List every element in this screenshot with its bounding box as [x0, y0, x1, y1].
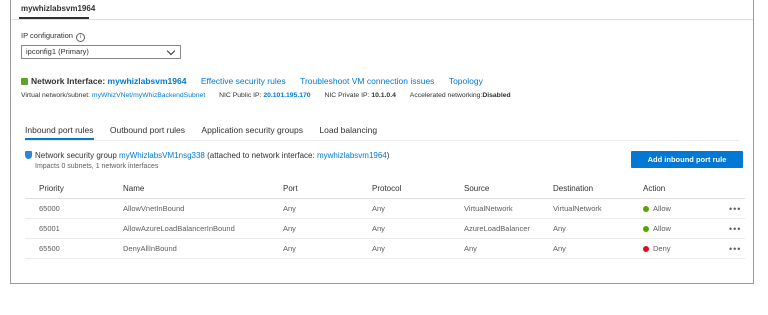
- cell-name: AllowVnetInBound: [109, 198, 269, 219]
- cell-priority: 65001: [25, 218, 109, 239]
- nsg-attached-prefix: (attached to network interface:: [207, 151, 315, 160]
- action-label: Deny: [653, 244, 671, 253]
- cell-port: Any: [269, 218, 358, 239]
- network-interface-label: Network Interface:: [31, 76, 106, 86]
- network-interface-row: Network Interface: mywhizlabsvm1964 Effe…: [21, 76, 483, 86]
- cell-priority: 65000: [25, 198, 109, 219]
- nsg-link[interactable]: myWhizlabsVM1nsg338: [119, 151, 205, 160]
- nic-meta-row: Virtual network/subnet: myWhizVNet/myWhi…: [21, 92, 511, 99]
- column-header-priority[interactable]: Priority: [25, 178, 109, 199]
- effective-security-rules-link[interactable]: Effective security rules: [201, 76, 286, 86]
- ip-configuration-select[interactable]: ipconfig1 (Primary): [21, 45, 181, 59]
- network-interface-icon: [21, 78, 28, 85]
- column-header-protocol[interactable]: Protocol: [358, 178, 450, 199]
- action-label: Allow: [653, 204, 671, 213]
- more-options-icon[interactable]: •••: [729, 204, 741, 214]
- action-label: Allow: [653, 224, 671, 233]
- troubleshoot-connection-link[interactable]: Troubleshoot VM connection issues: [300, 76, 434, 86]
- more-options-icon[interactable]: •••: [729, 244, 741, 254]
- topology-link[interactable]: Topology: [449, 76, 483, 86]
- private-ip-label: NIC Private IP:: [324, 92, 370, 99]
- cell-port: Any: [269, 198, 358, 219]
- network-settings-panel: mywhizlabsvm1964 IP configuration i ipcon…: [10, 0, 754, 284]
- column-header-destination[interactable]: Destination: [539, 178, 629, 199]
- tab-outbound-port-rules[interactable]: Outbound port rules: [110, 125, 185, 135]
- nsg-attached-nic-link[interactable]: mywhizlabsvm1964: [317, 151, 387, 160]
- private-ip-value: 10.1.0.4: [371, 92, 396, 99]
- table-row[interactable]: 65000 AllowVnetInBound Any Any VirtualNe…: [25, 198, 745, 219]
- cell-name: AllowAzureLoadBalancerInBound: [109, 218, 269, 239]
- shield-icon: [25, 151, 32, 159]
- network-interface-link[interactable]: mywhizlabsvm1964: [108, 76, 187, 86]
- allow-icon: [643, 225, 649, 232]
- cell-action: Allow: [629, 198, 715, 219]
- accelerated-networking-value: Disabled: [482, 92, 511, 99]
- allow-icon: [643, 205, 649, 212]
- rule-tabs: Inbound port rules Outbound port rules A…: [25, 125, 391, 140]
- nsg-attached-suffix: ): [386, 151, 390, 160]
- cell-destination: Any: [539, 218, 629, 239]
- column-header-more: [715, 178, 745, 199]
- nsg-prefix: Network security group: [35, 151, 117, 160]
- deny-icon: [643, 245, 649, 252]
- cell-source: AzureLoadBalancer: [450, 218, 539, 239]
- vnet-label: Virtual network/subnet:: [21, 92, 91, 99]
- add-inbound-port-rule-button[interactable]: Add inbound port rule: [631, 151, 743, 168]
- nsg-row: Network security group myWhizlabsVM1nsg3…: [25, 151, 389, 160]
- more-options-icon[interactable]: •••: [729, 224, 741, 234]
- vm-name-tab[interactable]: mywhizlabsvm1964: [21, 4, 95, 13]
- cell-destination: VirtualNetwork: [539, 198, 629, 219]
- cell-protocol: Any: [358, 238, 450, 259]
- inbound-rules-table: Priority Name Port Protocol Source Desti…: [25, 178, 745, 259]
- chevron-down-icon: [166, 46, 176, 56]
- accelerated-networking-label: Accelerated networking:: [409, 92, 483, 99]
- public-ip-label: NIC Public IP:: [219, 92, 262, 99]
- public-ip-link[interactable]: 20.101.195.170: [263, 92, 310, 99]
- cell-source: Any: [450, 238, 539, 259]
- cell-more: •••: [715, 218, 745, 239]
- column-header-port[interactable]: Port: [269, 178, 358, 199]
- tab-load-balancing[interactable]: Load balancing: [319, 125, 377, 135]
- divider: [11, 19, 753, 20]
- cell-protocol: Any: [358, 198, 450, 219]
- cell-protocol: Any: [358, 218, 450, 239]
- cell-destination: Any: [539, 238, 629, 259]
- cell-action: Deny: [629, 238, 715, 259]
- vnet-link[interactable]: myWhizVNet/myWhizBackendSubnet: [92, 92, 205, 99]
- tab-inbound-port-rules[interactable]: Inbound port rules: [25, 125, 94, 140]
- cell-more: •••: [715, 238, 745, 259]
- cell-priority: 65500: [25, 238, 109, 259]
- ip-configuration-label: IP configuration i: [21, 31, 85, 42]
- nsg-impacts-text: Impacts 0 subnets, 1 network interfaces: [35, 163, 159, 170]
- table-row[interactable]: 65001 AllowAzureLoadBalancerInBound Any …: [25, 218, 745, 239]
- cell-name: DenyAllInBound: [109, 238, 269, 259]
- ip-configuration-text: IP configuration: [21, 31, 73, 40]
- cell-source: VirtualNetwork: [450, 198, 539, 219]
- cell-action: Allow: [629, 218, 715, 239]
- tab-application-security-groups[interactable]: Application security groups: [201, 125, 303, 135]
- info-icon[interactable]: i: [75, 33, 85, 42]
- column-header-action[interactable]: Action: [629, 178, 715, 199]
- table-header-row: Priority Name Port Protocol Source Desti…: [25, 178, 745, 199]
- column-header-name[interactable]: Name: [109, 178, 269, 199]
- tabs-divider: [25, 140, 739, 141]
- cell-more: •••: [715, 198, 745, 219]
- ip-configuration-value: ipconfig1 (Primary): [26, 47, 89, 56]
- table-row[interactable]: 65500 DenyAllInBound Any Any Any Any Den…: [25, 238, 745, 259]
- cell-port: Any: [269, 238, 358, 259]
- column-header-source[interactable]: Source: [450, 178, 539, 199]
